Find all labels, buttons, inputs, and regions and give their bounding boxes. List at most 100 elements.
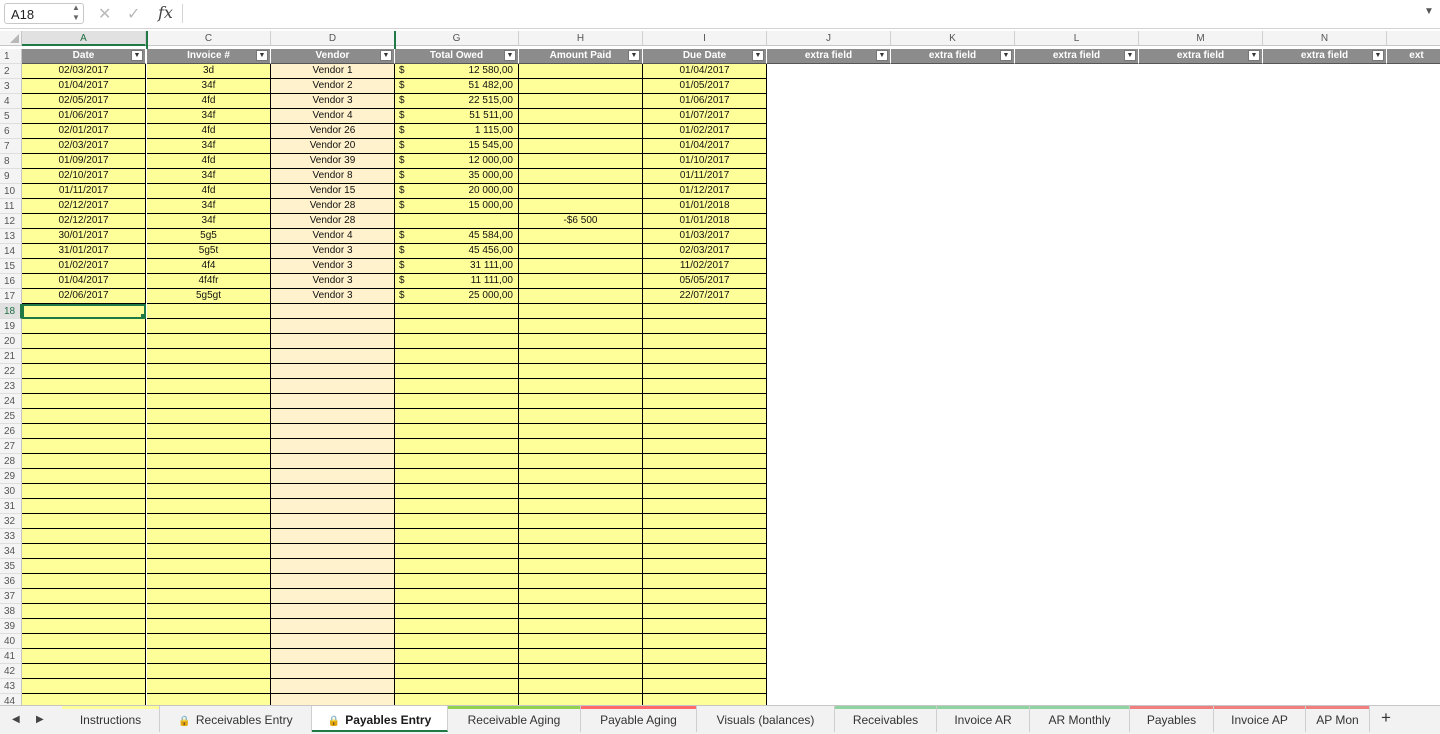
cell[interactable] bbox=[22, 364, 146, 379]
cell[interactable]: 3d bbox=[147, 64, 271, 79]
cell[interactable] bbox=[271, 334, 395, 349]
cell[interactable] bbox=[643, 424, 767, 439]
cell[interactable] bbox=[22, 424, 146, 439]
cell[interactable] bbox=[395, 679, 519, 694]
cell[interactable] bbox=[643, 304, 767, 319]
cell[interactable] bbox=[519, 334, 643, 349]
cell[interactable]: 34f bbox=[147, 169, 271, 184]
cell[interactable]: 02/10/2017 bbox=[22, 169, 146, 184]
cell[interactable]: 4fd bbox=[147, 154, 271, 169]
cell[interactable]: 01/07/2017 bbox=[643, 109, 767, 124]
cell[interactable] bbox=[519, 154, 643, 169]
cell[interactable]: 01/11/2017 bbox=[643, 169, 767, 184]
cell[interactable] bbox=[22, 304, 146, 319]
cell[interactable] bbox=[147, 439, 271, 454]
cell[interactable] bbox=[395, 574, 519, 589]
cell[interactable] bbox=[643, 319, 767, 334]
cell[interactable] bbox=[147, 559, 271, 574]
cell[interactable]: 34f bbox=[147, 214, 271, 229]
row-header-2[interactable]: 2 bbox=[0, 64, 22, 79]
cell[interactable] bbox=[643, 514, 767, 529]
filter-dropdown-icon[interactable]: ▼ bbox=[1372, 50, 1384, 61]
cell[interactable] bbox=[643, 454, 767, 469]
cell[interactable] bbox=[395, 394, 519, 409]
filter-dropdown-icon[interactable]: ▼ bbox=[876, 50, 888, 61]
cell[interactable] bbox=[519, 604, 643, 619]
cell[interactable]: 51 482,00 $ bbox=[395, 79, 519, 94]
cell[interactable] bbox=[22, 529, 146, 544]
cell[interactable]: 30/01/2017 bbox=[22, 229, 146, 244]
cell[interactable] bbox=[395, 304, 519, 319]
tab-instructions[interactable]: Instructions bbox=[62, 706, 160, 732]
row-header-27[interactable]: 27 bbox=[0, 439, 22, 454]
cell[interactable] bbox=[395, 544, 519, 559]
cell[interactable]: 01/04/2017 bbox=[22, 274, 146, 289]
cell[interactable]: Vendor 28 bbox=[271, 214, 395, 229]
row-header-4[interactable]: 4 bbox=[0, 94, 22, 109]
row-header-39[interactable]: 39 bbox=[0, 619, 22, 634]
row-header-28[interactable]: 28 bbox=[0, 454, 22, 469]
cell[interactable]: 20 000,00 $ bbox=[395, 184, 519, 199]
row-header-29[interactable]: 29 bbox=[0, 469, 22, 484]
formula-input[interactable] bbox=[190, 6, 1410, 22]
cell[interactable] bbox=[519, 484, 643, 499]
cell[interactable] bbox=[519, 349, 643, 364]
cell[interactable] bbox=[271, 604, 395, 619]
cell[interactable] bbox=[271, 469, 395, 484]
row-header-32[interactable]: 32 bbox=[0, 514, 22, 529]
cell[interactable]: Vendor 3 bbox=[271, 244, 395, 259]
cell[interactable] bbox=[395, 424, 519, 439]
cell[interactable]: 5g5gt bbox=[147, 289, 271, 304]
cell[interactable] bbox=[147, 454, 271, 469]
tab-invoice-ap[interactable]: Invoice AP bbox=[1214, 706, 1306, 732]
row-header-11[interactable]: 11 bbox=[0, 199, 22, 214]
row-header-34[interactable]: 34 bbox=[0, 544, 22, 559]
cell[interactable]: Vendor 15 bbox=[271, 184, 395, 199]
cell[interactable]: Vendor 3 bbox=[271, 274, 395, 289]
cell[interactable] bbox=[271, 559, 395, 574]
cell[interactable]: 02/03/2017 bbox=[22, 64, 146, 79]
cell[interactable] bbox=[519, 574, 643, 589]
cell[interactable]: 15 545,00 $ bbox=[395, 139, 519, 154]
cell[interactable] bbox=[22, 319, 146, 334]
cell[interactable]: 01/01/2018 bbox=[643, 214, 767, 229]
cell[interactable] bbox=[519, 469, 643, 484]
cell[interactable]: 01/04/2017 bbox=[643, 64, 767, 79]
cell[interactable] bbox=[271, 694, 395, 705]
row-header-24[interactable]: 24 bbox=[0, 394, 22, 409]
cell[interactable]: 22 515,00 $ bbox=[395, 94, 519, 109]
tab-visuals-balances[interactable]: Visuals (balances) bbox=[697, 706, 835, 732]
cell[interactable]: 01/06/2017 bbox=[22, 109, 146, 124]
filter-dropdown-icon[interactable]: ▼ bbox=[628, 50, 640, 61]
cell[interactable] bbox=[395, 619, 519, 634]
cell[interactable] bbox=[22, 619, 146, 634]
cell[interactable] bbox=[271, 544, 395, 559]
cell[interactable]: 01/10/2017 bbox=[643, 154, 767, 169]
enter-check-icon[interactable]: ✓ bbox=[127, 4, 140, 24]
cell[interactable] bbox=[395, 319, 519, 334]
cell[interactable] bbox=[147, 499, 271, 514]
cell[interactable] bbox=[395, 484, 519, 499]
cell[interactable] bbox=[147, 409, 271, 424]
cell[interactable]: 01/01/2018 bbox=[643, 199, 767, 214]
column-header-n[interactable]: N bbox=[1263, 31, 1387, 46]
cell[interactable] bbox=[519, 274, 643, 289]
cell[interactable] bbox=[147, 334, 271, 349]
tab-receivable-aging[interactable]: Receivable Aging bbox=[448, 706, 581, 732]
cell[interactable] bbox=[147, 679, 271, 694]
expand-formula-bar-icon[interactable]: ▼ bbox=[1424, 6, 1434, 17]
cell[interactable]: Vendor 28 bbox=[271, 199, 395, 214]
row-header-19[interactable]: 19 bbox=[0, 319, 22, 334]
cell[interactable] bbox=[643, 469, 767, 484]
cell[interactable] bbox=[519, 544, 643, 559]
cell[interactable]: Vendor 4 bbox=[271, 229, 395, 244]
cell[interactable] bbox=[147, 514, 271, 529]
cell[interactable] bbox=[519, 79, 643, 94]
cell[interactable] bbox=[22, 409, 146, 424]
cell[interactable] bbox=[271, 619, 395, 634]
row-header-25[interactable]: 25 bbox=[0, 409, 22, 424]
cell[interactable] bbox=[271, 409, 395, 424]
column-header-g[interactable]: G bbox=[395, 31, 519, 46]
cell[interactable] bbox=[22, 349, 146, 364]
cell[interactable] bbox=[271, 349, 395, 364]
